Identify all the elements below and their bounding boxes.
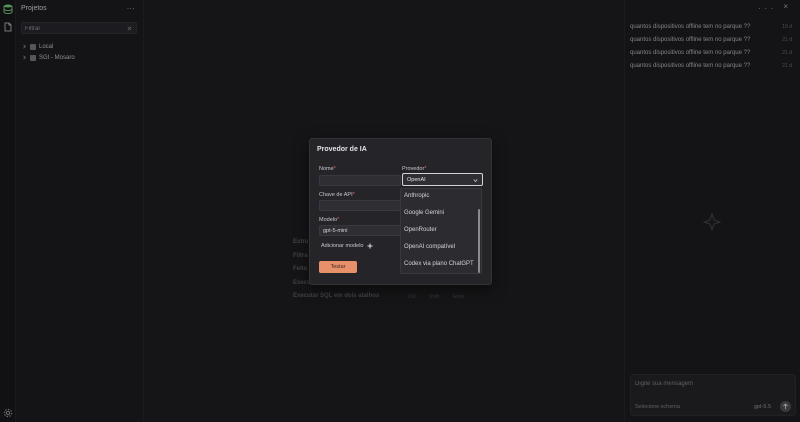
required-mark: * [333, 166, 336, 172]
provider-label-text: Provedor [402, 166, 425, 172]
provider-option-anthropic[interactable]: Anthropic [404, 190, 476, 203]
name-input[interactable] [319, 175, 401, 186]
required-mark: * [424, 166, 427, 172]
api-key-input[interactable] [319, 200, 401, 211]
api-key-label: Chave de API* [319, 192, 355, 198]
provider-option-codex-chatgpt[interactable]: Codex via plano ChatGPT [404, 258, 476, 271]
api-key-label-text: Chave de API [319, 192, 353, 198]
provider-dropdown: Anthropic Google Gemini OpenRouter OpenA… [400, 188, 482, 274]
test-button[interactable]: Testar [319, 261, 357, 273]
name-label: Nome* [319, 166, 336, 172]
provider-selected-value: OpenAI [407, 177, 426, 183]
model-label-text: Modelo [319, 217, 338, 223]
add-model-button[interactable]: Adicionar modelo [321, 243, 373, 249]
provider-option-openai-compatible[interactable]: OpenAI compatível [404, 241, 476, 254]
provider-option-openrouter[interactable]: OpenRouter [404, 224, 476, 237]
provider-label: Provedor* [402, 166, 426, 172]
model-input[interactable] [319, 225, 401, 236]
model-label: Modelo* [319, 217, 339, 223]
add-model-label: Adicionar modelo [321, 243, 364, 249]
dialog-title: Provedor de IA [317, 146, 367, 153]
plus-icon [367, 243, 373, 249]
required-mark: * [337, 217, 340, 223]
required-mark: * [352, 192, 355, 198]
chevron-down-icon [473, 178, 478, 183]
provider-option-google-gemini[interactable]: Google Gemini [404, 207, 476, 220]
provider-select[interactable]: OpenAI [402, 173, 483, 186]
dropdown-scrollbar[interactable] [478, 209, 480, 273]
name-label-text: Nome [319, 166, 334, 172]
